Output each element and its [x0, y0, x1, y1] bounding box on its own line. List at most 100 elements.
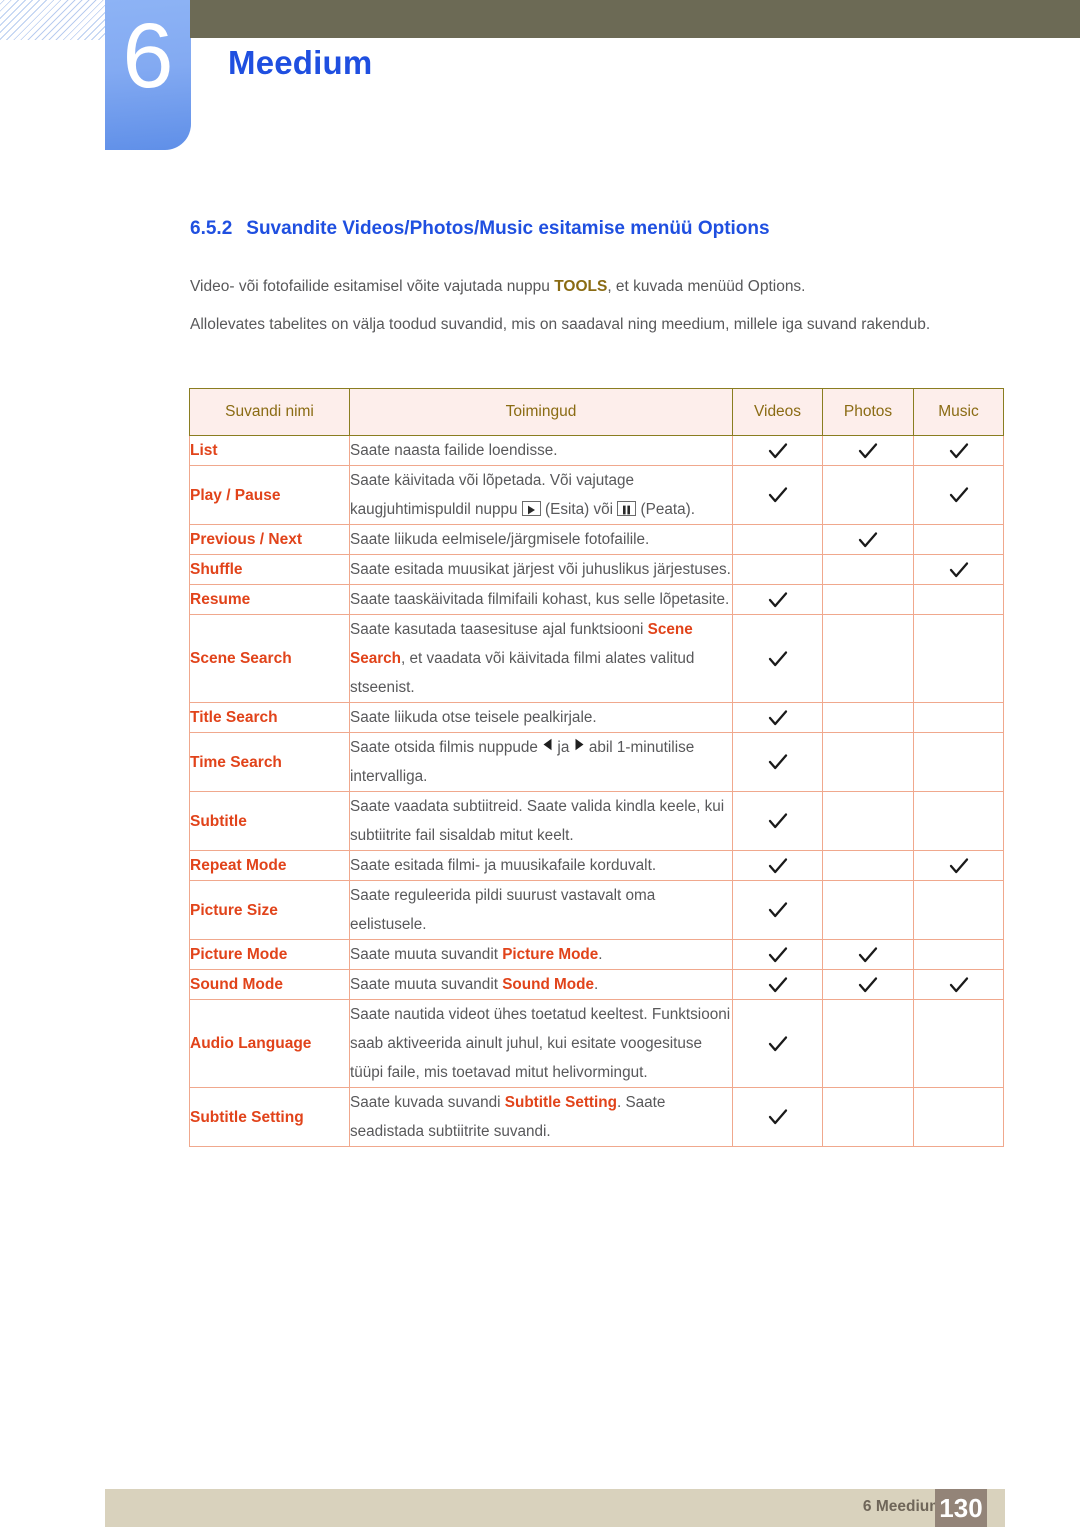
videos-support-cell [732, 969, 823, 1001]
table-row: Previous / Next Saate liikuda eelmisele/j… [189, 524, 1004, 555]
table-row: Shuffle Saate esitada muusikat järjest võ… [189, 554, 1004, 585]
option-name-cell: Previous / Next [189, 524, 350, 555]
photos-support-cell [822, 939, 914, 971]
music-support-cell [913, 524, 1004, 555]
option-description-cell: Saate nautida videot ühes toetatud keelt… [349, 999, 733, 1089]
checkmark-icon [767, 1033, 789, 1055]
page-number-box: 130 [935, 1489, 987, 1527]
intro-p1-after: , et kuvada menüüd Options. [607, 278, 806, 295]
option-description-cell: Saate taaskäivitada filmifaili kohast, k… [349, 584, 733, 615]
option-description-cell: Saate muuta suvandit Picture Mode. [349, 939, 733, 971]
music-support-cell [913, 969, 1004, 1001]
checkmark-icon [767, 484, 789, 506]
left-arrow-icon [542, 732, 553, 761]
option-description-cell: Saate käivitada või lõpetada. Või vajuta… [349, 465, 733, 525]
videos-support-cell [732, 435, 823, 466]
photos-support-cell [822, 731, 914, 793]
option-description-cell: Saate liikuda eelmisele/järgmisele fotof… [349, 524, 733, 555]
option-description-cell: Saate naasta failide loendisse. [349, 435, 733, 466]
option-name-cell: Picture Size [189, 880, 350, 941]
music-support-cell [913, 584, 1004, 615]
checkmark-icon [767, 810, 789, 832]
photos-support-cell [822, 554, 914, 585]
option-name-cell: List [189, 435, 350, 466]
videos-support-cell [732, 999, 823, 1089]
tools-keyword: TOOLS [554, 278, 608, 295]
music-support-cell [913, 731, 1004, 793]
option-description-cell: Saate muuta suvandit Sound Mode. [349, 969, 733, 1001]
footer-bar: 6 Meedium [105, 1489, 1005, 1527]
photos-support-cell [822, 791, 914, 852]
music-support-cell [913, 791, 1004, 852]
music-support-cell [913, 465, 1004, 525]
option-name-cell: Title Search [189, 702, 350, 733]
hatch-decoration [0, 0, 112, 40]
checkmark-icon [767, 707, 789, 729]
videos-support-cell [732, 702, 823, 733]
checkmark-icon [767, 1106, 789, 1128]
inline-option-keyword: Scene Search [350, 621, 693, 667]
checkmark-icon [767, 648, 789, 670]
col-header-videos: Videos [732, 388, 823, 436]
option-description-cell: Saate liikuda otse teisele pealkirjale. [349, 702, 733, 733]
right-arrow-icon [574, 732, 585, 761]
section-heading: 6.5.2 Suvandite Videos/Photos/Music esita… [190, 218, 770, 240]
option-name-cell: Subtitle [189, 791, 350, 852]
photos-support-cell [822, 584, 914, 615]
chapter-number-tab: 6 [105, 0, 191, 150]
col-header-name: Suvandi nimi [189, 388, 350, 436]
table-row: Sound Mode Saate muuta suvandit Sound Mod… [189, 969, 1004, 1001]
checkmark-icon [767, 944, 789, 966]
photos-support-cell [822, 1087, 914, 1148]
intro-paragraph-1: Video- või fotofailide esitamisel võite … [190, 272, 980, 302]
table-row: Subtitle Setting Saate kuvada suvandi Sub… [189, 1087, 1004, 1148]
music-support-cell [913, 435, 1004, 466]
table-row: List Saate naasta failide loendisse. [189, 435, 1004, 466]
videos-support-cell [732, 614, 823, 703]
option-name-cell: Resume [189, 584, 350, 615]
checkmark-icon [857, 944, 879, 966]
videos-support-cell [732, 939, 823, 971]
option-description-cell: Saate otsida filmis nuppude ja abil 1-mi… [349, 731, 733, 793]
intro-paragraph-2: Allolevates tabelites on välja toodud su… [190, 316, 931, 333]
inline-option-keyword: Picture Mode [502, 946, 599, 964]
checkmark-icon [767, 974, 789, 996]
videos-support-cell [732, 465, 823, 525]
photos-support-cell [822, 969, 914, 1001]
checkmark-icon [767, 751, 789, 773]
checkmark-icon [767, 589, 789, 611]
checkmark-icon [948, 484, 970, 506]
inline-option-keyword: Sound Mode [502, 976, 594, 994]
table-row: Play / Pause Saate käivitada või lõpetada… [189, 465, 1004, 525]
col-header-music: Music [913, 388, 1004, 436]
col-header-actions: Toimingud [349, 388, 733, 436]
checkmark-icon [767, 899, 789, 921]
videos-support-cell [732, 524, 823, 555]
checkmark-icon [857, 529, 879, 551]
option-description-cell: Saate esitada muusikat järjest või juhus… [349, 554, 733, 585]
option-description-cell: Saate esitada filmi- ja muusikafaile kor… [349, 850, 733, 882]
music-support-cell [913, 1087, 1004, 1148]
options-table-body: List Saate naasta failide loendisse. Play … [189, 435, 1004, 1148]
option-description-cell: Saate kasutada taasesituse ajal funktsio… [349, 614, 733, 703]
option-name-cell: Shuffle [189, 554, 350, 585]
col-header-photos: Photos [822, 388, 914, 436]
option-description-cell: Saate kuvada suvandi Subtitle Setting. S… [349, 1087, 733, 1148]
videos-support-cell [732, 791, 823, 852]
section-title: Suvandite Videos/Photos/Music esitamise … [246, 218, 770, 239]
photos-support-cell [822, 702, 914, 733]
option-name-cell: Picture Mode [189, 939, 350, 971]
table-row: Time Search Saate otsida filmis nuppude j… [189, 731, 1004, 793]
option-name-cell: Sound Mode [189, 969, 350, 1001]
videos-support-cell [732, 731, 823, 793]
table-row: Repeat Mode Saate esitada filmi- ja muusi… [189, 850, 1004, 882]
videos-support-cell [732, 880, 823, 941]
videos-support-cell [732, 850, 823, 882]
pause-key-icon [617, 501, 637, 517]
footer-label: 6 Meedium [862, 1498, 943, 1515]
videos-support-cell [732, 1087, 823, 1148]
checkmark-icon [948, 559, 970, 581]
table-row: Resume Saate taaskäivitada filmifaili koh… [189, 584, 1004, 615]
videos-support-cell [732, 584, 823, 615]
photos-support-cell [822, 999, 914, 1089]
